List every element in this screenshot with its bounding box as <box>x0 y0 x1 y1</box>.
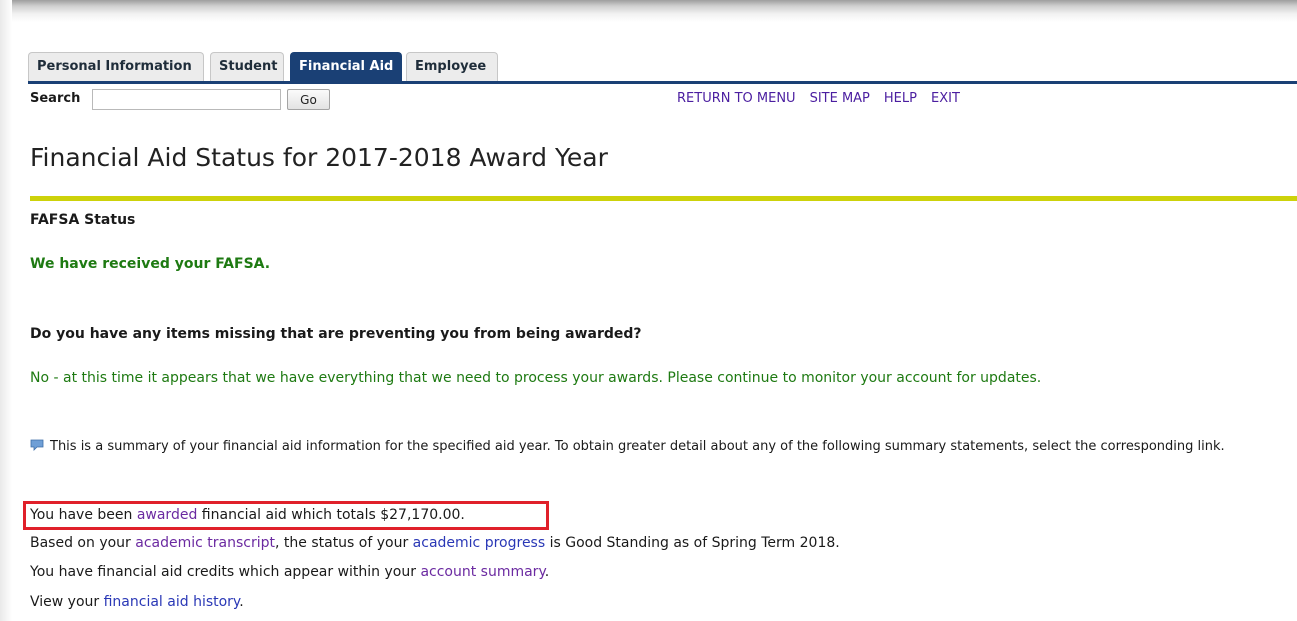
search-label: Search <box>30 91 81 106</box>
credits-line: You have financial aid credits which app… <box>30 563 549 581</box>
fafsa-status-message: We have received your FAFSA. <box>30 256 271 272</box>
info-note-icon <box>30 439 44 451</box>
credits-prefix: You have financial aid credits which app… <box>30 564 421 580</box>
tab-employee[interactable]: Employee <box>406 52 498 81</box>
missing-items-heading: Do you have any items missing that are p… <box>30 326 642 342</box>
window-left-edge <box>0 0 12 621</box>
academic-transcript-link[interactable]: academic transcript <box>135 535 275 551</box>
missing-items-answer: No - at this time it appears that we hav… <box>30 370 1042 386</box>
tab-financial-aid[interactable]: Financial Aid <box>290 52 402 81</box>
academic-status-line: Based on your academic transcript, the s… <box>30 534 840 552</box>
credits-suffix: . <box>544 564 550 580</box>
top-nav-links: RETURN TO MENU SITE MAP HELP EXIT <box>677 90 974 108</box>
academic-prefix: Based on your <box>30 535 136 551</box>
help-link[interactable]: HELP <box>884 91 917 106</box>
financial-aid-history-link[interactable]: financial aid history <box>104 594 240 610</box>
academic-progress-link[interactable]: academic progress <box>413 535 545 551</box>
history-prefix: View your <box>30 594 104 610</box>
page-title: Financial Aid Status for 2017-2018 Award… <box>30 143 608 172</box>
tab-underline <box>28 81 1297 84</box>
search-input[interactable] <box>92 89 281 110</box>
highlight-box <box>23 501 549 530</box>
exit-link[interactable]: EXIT <box>931 91 960 106</box>
window-top-shadow <box>0 0 1297 22</box>
academic-middle: , the status of your <box>275 535 413 551</box>
history-suffix: . <box>239 594 244 610</box>
fafsa-status-heading: FAFSA Status <box>30 212 136 228</box>
site-map-link[interactable]: SITE MAP <box>810 91 870 106</box>
account-summary-link[interactable]: account summary <box>420 564 544 580</box>
info-note: This is a summary of your financial aid … <box>30 437 1297 457</box>
academic-standing-text: is Good Standing as of Spring Term 2018. <box>545 535 840 551</box>
tab-student[interactable]: Student <box>210 52 284 81</box>
tab-personal-information[interactable]: Personal Information <box>28 52 204 81</box>
history-line: View your financial aid history. <box>30 593 244 611</box>
title-divider <box>30 196 1297 201</box>
info-note-text: This is a summary of your financial aid … <box>50 439 1225 454</box>
return-to-menu-link[interactable]: RETURN TO MENU <box>677 91 796 106</box>
go-button[interactable]: Go <box>287 89 330 110</box>
